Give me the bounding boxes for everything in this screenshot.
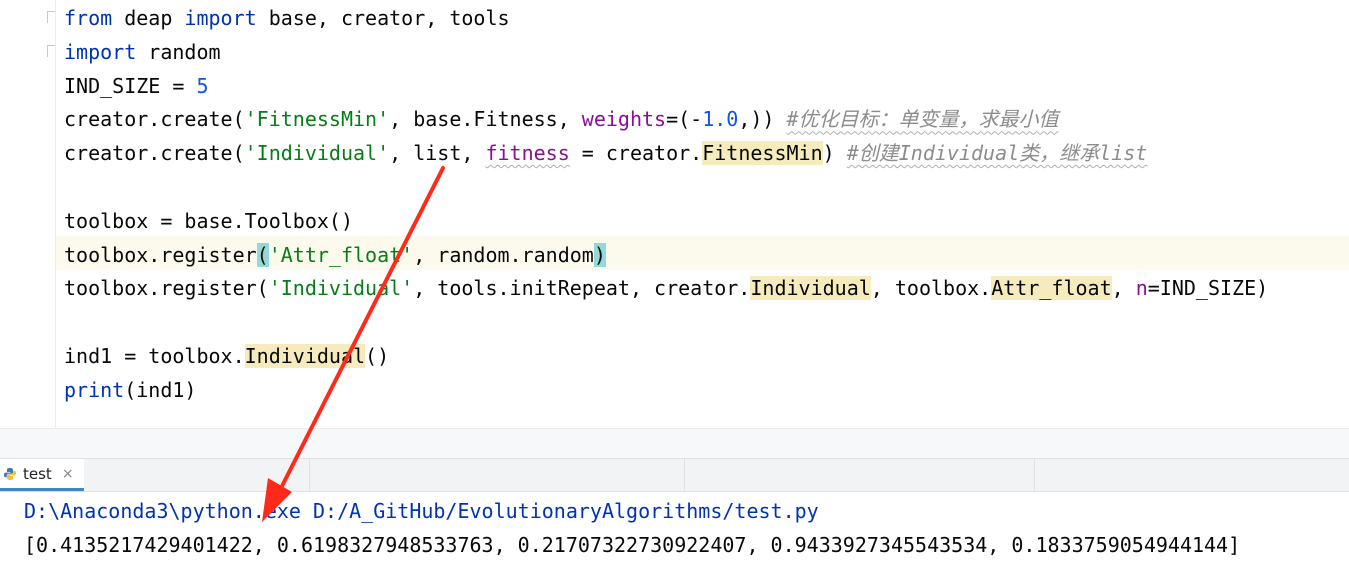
code-editor[interactable]: from deap import base, creator, tools imp… — [0, 0, 1349, 428]
code-token: =IND_SIZE) — [1147, 276, 1269, 301]
code-token: base, creator, tools — [256, 6, 510, 30]
code-token: import — [184, 6, 257, 30]
code-line[interactable]: toolbox.register('Attr_float', random.ra… — [64, 238, 606, 272]
code-token: Individual — [244, 344, 366, 368]
code-token: , — [1111, 276, 1136, 301]
code-token: 'Individual' — [244, 141, 390, 166]
code-token: ) — [822, 141, 847, 166]
code-line[interactable]: creator.create('Individual', list, fitne… — [64, 136, 1147, 170]
code-token: , toolbox. — [870, 276, 992, 301]
code-token: #创建Individual类，继承list — [846, 141, 1148, 166]
close-icon[interactable]: × — [62, 466, 74, 482]
code-token: fitness — [485, 141, 570, 166]
code-token: Attr_float — [991, 276, 1112, 301]
editor-gutter[interactable] — [0, 0, 56, 428]
code-token: toolbox = base.Toolbox() — [64, 208, 353, 233]
code-line[interactable]: from deap import base, creator, tools — [64, 1, 510, 35]
code-token: toolbox.register — [64, 242, 257, 267]
console-output-line: [0.4135217429401422, 0.6198327948533763,… — [24, 533, 1241, 557]
code-token: #优化目标：单变量，求最小值 — [786, 107, 1059, 132]
panel-splitter[interactable] — [0, 428, 1349, 458]
code-token: import — [64, 39, 137, 64]
code-token: , list, — [389, 141, 486, 166]
code-token: ) — [593, 242, 606, 267]
code-token: deap — [112, 6, 185, 30]
code-token: () — [365, 344, 390, 368]
gutter-divider — [55, 0, 56, 428]
run-tab-test[interactable]: test × — [0, 459, 84, 491]
code-line[interactable]: import random — [64, 35, 221, 69]
code-token: ,)) — [738, 107, 787, 132]
code-token: creator.create( — [64, 107, 245, 132]
code-line[interactable]: IND_SIZE = 5 — [64, 69, 209, 103]
code-token: ind1 = toolbox. — [64, 344, 245, 368]
code-line[interactable]: ind1 = toolbox.Individual() — [64, 339, 389, 373]
code-token: 5 — [196, 73, 209, 98]
run-console[interactable]: D:\Anaconda3\python.exe D:/A_GitHub/Evol… — [0, 492, 1349, 574]
code-token: random — [136, 39, 221, 64]
code-token: IND_SIZE = — [64, 73, 197, 98]
code-line[interactable]: creator.create('FitnessMin', base.Fitnes… — [64, 102, 1059, 136]
code-token: weights — [581, 107, 667, 132]
code-token: , random.random — [413, 242, 594, 267]
code-line[interactable]: toolbox.register('Individual', tools.ini… — [64, 271, 1268, 305]
code-token: FitnessMin — [702, 141, 823, 166]
tab-separator — [684, 459, 685, 492]
code-token: 1.0 — [702, 107, 739, 132]
code-token: ( — [256, 242, 269, 267]
code-token: 'Individual' — [268, 276, 414, 301]
console-command-line: D:\Anaconda3\python.exe D:/A_GitHub/Evol… — [24, 499, 819, 523]
code-token: , base.Fitness, — [389, 107, 582, 132]
code-token: 'FitnessMin' — [244, 107, 390, 132]
code-token: creator.create( — [64, 141, 245, 166]
tab-separator — [1034, 459, 1035, 492]
code-token: toolbox.register( — [64, 276, 269, 301]
code-token: from — [64, 6, 113, 30]
code-token: =(- — [666, 107, 703, 132]
code-token: Individual — [750, 276, 871, 301]
python-icon — [4, 467, 16, 480]
code-token: print — [64, 377, 125, 402]
code-line[interactable]: toolbox = base.Toolbox() — [64, 204, 353, 238]
code-token: 'Attr_float' — [268, 242, 414, 267]
code-token: , tools.initRepeat, creator. — [413, 276, 751, 301]
code-line[interactable]: print(ind1) — [64, 373, 196, 407]
run-tool-window-tabs: test × — [0, 458, 1349, 492]
code-token: n — [1135, 276, 1148, 301]
code-token: (ind1) — [124, 377, 197, 402]
code-token: = creator. — [569, 141, 703, 166]
tab-separator — [309, 459, 310, 492]
run-tab-label: test — [23, 464, 52, 483]
